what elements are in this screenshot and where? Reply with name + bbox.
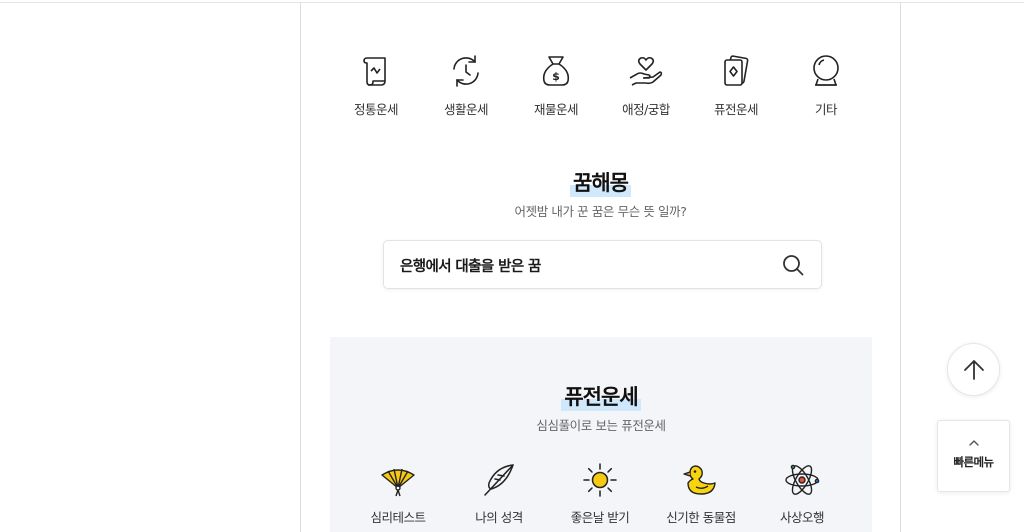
fusion-fortune-section: 퓨전운세 심심풀이로 보는 퓨전운세 심리테스트 나의 성격 좋은날 받기 신기… (330, 337, 872, 532)
category-love-compatibility[interactable]: 애정/궁합 (601, 51, 691, 121)
scroll-to-top-button[interactable] (947, 343, 1000, 396)
dream-title: 꿈해몽 (570, 169, 631, 197)
main-content: 정통운세 생활운세 $ 재물운세 애정/궁합 퓨전운세 기타 꿈해몽 어젯밤 내… (300, 3, 901, 532)
fusion-label: 나의 성격 (475, 510, 523, 525)
category-life-fortune[interactable]: 생활운세 (421, 51, 511, 121)
cards-icon (716, 51, 756, 91)
feather-icon (480, 461, 518, 499)
category-label: 생활운세 (443, 102, 489, 117)
fusion-item-personality[interactable]: 나의 성격 (451, 461, 547, 526)
heart-hand-icon (626, 51, 666, 91)
category-label: 애정/궁합 (622, 102, 670, 117)
atom-icon (783, 461, 821, 499)
category-label: 정통운세 (353, 102, 399, 117)
category-label: 기타 (814, 102, 838, 117)
category-label: 퓨전운세 (713, 102, 759, 117)
fusion-section-title: 퓨전운세 (330, 383, 872, 411)
quick-menu-button[interactable]: 빠른메뉴 (937, 420, 1010, 492)
fusion-title: 퓨전운세 (561, 383, 641, 411)
category-fusion-fortune[interactable]: 퓨전운세 (691, 51, 781, 121)
quick-menu-label: 빠른메뉴 (953, 455, 995, 469)
dream-search-input[interactable]: 은행에서 대출을 받은 꿈 (383, 240, 822, 289)
fusion-label: 사상오행 (779, 510, 825, 525)
category-traditional-fortune[interactable]: 정통운세 (331, 51, 421, 121)
chevron-up-icon (969, 440, 979, 446)
category-wealth-fortune[interactable]: $ 재물운세 (511, 51, 601, 121)
search-input-value[interactable]: 은행에서 대출을 받은 꿈 (400, 255, 541, 276)
fan-icon (379, 461, 417, 499)
dream-subtitle: 어젯밤 내가 꾼 꿈은 무슨 뜻 일까? (514, 204, 687, 219)
category-etc[interactable]: 기타 (781, 51, 871, 121)
fusion-item-animal[interactable]: 신기한 동물점 (653, 461, 749, 526)
fusion-label: 좋은날 받기 (570, 510, 630, 525)
fusion-label: 신기한 동물점 (666, 510, 736, 525)
sun-icon (581, 461, 619, 499)
arrow-up-icon (964, 360, 984, 380)
fusion-menu: 심리테스트 나의 성격 좋은날 받기 신기한 동물점 사상오행 (350, 461, 860, 531)
cycle-arrows-icon (446, 51, 486, 91)
fusion-item-good-day[interactable]: 좋은날 받기 (552, 461, 648, 526)
dream-section-title: 꿈해몽 (301, 169, 900, 197)
category-label: 재물운세 (533, 102, 579, 117)
fusion-item-psych-test[interactable]: 심리테스트 (350, 461, 446, 526)
duck-icon (682, 461, 720, 499)
fusion-label: 심리테스트 (370, 510, 426, 525)
search-icon[interactable] (782, 254, 804, 276)
money-bag-icon: $ (536, 51, 576, 91)
fusion-item-four-elements[interactable]: 사상오행 (754, 461, 850, 526)
svg-text:$: $ (552, 70, 560, 83)
category-menu: 정통운세 생활운세 $ 재물운세 애정/궁합 퓨전운세 기타 (331, 51, 871, 121)
scroll-icon (356, 51, 396, 91)
fusion-subtitle: 심심풀이로 보는 퓨전운세 (536, 418, 666, 433)
crystal-ball-icon (806, 51, 846, 91)
